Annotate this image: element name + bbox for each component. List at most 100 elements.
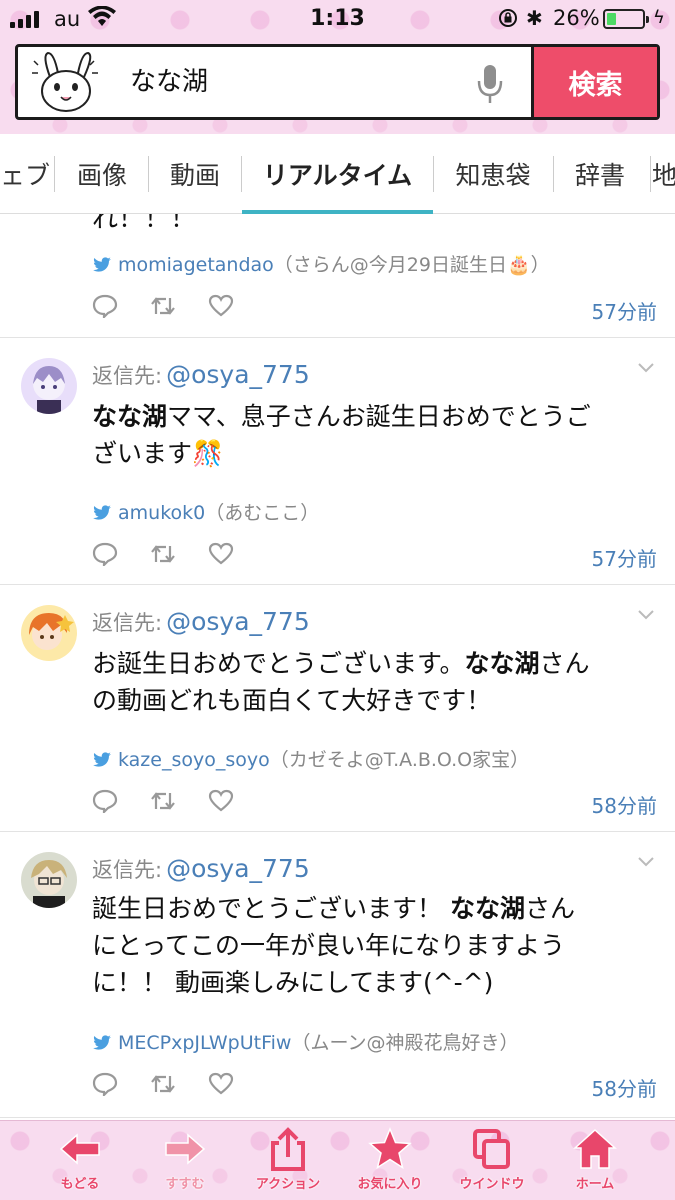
chevron-down-icon[interactable] bbox=[637, 856, 655, 868]
forward-button[interactable]: すすむ bbox=[135, 1127, 235, 1199]
chevron-down-icon[interactable] bbox=[637, 609, 655, 621]
like-heart-icon[interactable] bbox=[208, 294, 234, 318]
reply-icon[interactable] bbox=[92, 294, 118, 318]
tab-divider bbox=[650, 156, 651, 192]
tweet-user-line[interactable]: momiagetandao（さらん@今月29日誕生日🎂） bbox=[92, 250, 550, 277]
tab-videos[interactable]: 動画 bbox=[149, 134, 241, 214]
tweet-user-line[interactable]: amukok0（あむここ） bbox=[92, 498, 319, 525]
retweet-icon[interactable] bbox=[150, 1072, 176, 1096]
forward-arrow-icon bbox=[165, 1133, 206, 1165]
tab-realtime[interactable]: リアルタイム bbox=[242, 134, 433, 214]
back-button[interactable]: もどる bbox=[30, 1127, 130, 1199]
tweet-user-line[interactable]: MECPxpJLWpUtFiw（ムーン@神殿花鳥好き） bbox=[92, 1028, 519, 1055]
charging-icon: ϟ bbox=[653, 7, 665, 28]
tweet-display-name: （あむここ） bbox=[205, 502, 320, 524]
like-heart-icon[interactable] bbox=[208, 542, 234, 566]
battery-percentage: 26% bbox=[553, 6, 600, 30]
favorites-button[interactable]: お気に入り bbox=[340, 1127, 440, 1199]
star-icon bbox=[368, 1127, 412, 1170]
tweet-timestamp[interactable]: 57分前 bbox=[592, 296, 657, 325]
tweet-timestamp[interactable]: 58分前 bbox=[592, 1073, 657, 1102]
tweet-text-line: の動画どれも面白くて大好きです！ bbox=[92, 686, 492, 715]
windows-label: ウインドウ bbox=[459, 1177, 525, 1192]
avatar[interactable] bbox=[21, 358, 77, 414]
chevron-down-icon[interactable] bbox=[637, 362, 655, 374]
back-label: もどる bbox=[60, 1177, 100, 1192]
tweet-text-line: ママ、息子さんお誕生日おめでとうご bbox=[167, 402, 591, 431]
rabbit-mascot-icon bbox=[32, 51, 98, 112]
orientation-lock-icon bbox=[499, 9, 517, 27]
search-button[interactable]: 検索 bbox=[531, 47, 657, 117]
reply-to-label: 返信先: bbox=[92, 611, 163, 635]
tab-web[interactable]: ェブ bbox=[0, 134, 50, 214]
reply-icon[interactable] bbox=[92, 542, 118, 566]
windows-icon bbox=[473, 1129, 510, 1169]
reply-to-line: 返信先: @osya_775 bbox=[92, 607, 310, 637]
microphone-icon[interactable] bbox=[476, 63, 504, 105]
realtime-feed[interactable]: れ！！！ momiagetandao（さらん@今月29日誕生日🎂） 57分前 返… bbox=[0, 214, 675, 1120]
tweet-display-name: （さらん@今月29日誕生日🎂） bbox=[273, 254, 550, 276]
search-input[interactable] bbox=[130, 64, 460, 94]
forward-label: すすむ bbox=[165, 1177, 205, 1192]
tab-divider bbox=[54, 156, 55, 192]
bluetooth-icon: ✱ bbox=[526, 6, 543, 30]
action-button[interactable]: アクション bbox=[238, 1127, 338, 1199]
search-category-tabs: ェブ 画像 動画 リアルタイム 知恵袋 辞書 地 bbox=[0, 134, 675, 214]
action-label: アクション bbox=[255, 1177, 321, 1192]
tweet-actions bbox=[92, 542, 234, 566]
avatar[interactable] bbox=[21, 852, 77, 908]
tweet-actions bbox=[92, 1072, 234, 1096]
reply-to-line: 返信先: @osya_775 bbox=[92, 854, 310, 884]
tweet-item[interactable]: 返信先: @osya_775 お誕生日おめでとうございます。なな湖さん の動画どれ… bbox=[0, 585, 675, 832]
tab-map[interactable]: 地 bbox=[652, 134, 675, 214]
tweet-text-line: 誕生日おめでとうございます！ bbox=[92, 894, 450, 923]
back-arrow-icon bbox=[59, 1133, 100, 1165]
retweet-icon[interactable] bbox=[150, 789, 176, 813]
twitter-bird-icon bbox=[93, 257, 111, 272]
tweet-username: kaze_soyo_soyo bbox=[118, 749, 270, 771]
reply-to-label: 返信先: bbox=[92, 364, 163, 388]
reply-icon[interactable] bbox=[92, 789, 118, 813]
tweet-text: 誕生日おめでとうございます！ なな湖さん にとってこの一年が良い年になりますよう… bbox=[92, 890, 652, 1001]
tweet-username: MECPxpJLWpUtFiw bbox=[118, 1032, 292, 1054]
home-button[interactable]: ホーム bbox=[545, 1127, 645, 1199]
tweet-text-line: ざいます🎊 bbox=[92, 439, 224, 468]
search-highlight: なな湖 bbox=[449, 894, 525, 923]
tweet-timestamp[interactable]: 57分前 bbox=[592, 543, 657, 572]
search-highlight: なな湖 bbox=[92, 402, 168, 431]
battery-icon bbox=[603, 9, 649, 29]
tweet-item[interactable]: 返信先: @osya_775 誕生日おめでとうございます！ なな湖さん にとってこ… bbox=[0, 832, 675, 1118]
reply-to-line: 返信先: @osya_775 bbox=[92, 360, 310, 390]
tweet-item[interactable]: れ！！！ momiagetandao（さらん@今月29日誕生日🎂） 57分前 bbox=[0, 214, 675, 338]
reply-to-handle[interactable]: @osya_775 bbox=[166, 360, 310, 389]
tweet-text-partial: れ！！！ bbox=[92, 214, 197, 234]
tab-dictionary[interactable]: 辞書 bbox=[554, 134, 646, 214]
retweet-icon[interactable] bbox=[150, 294, 176, 318]
tweet-user-line[interactable]: kaze_soyo_soyo（カゼそよ@T.A.B.O.O家宝） bbox=[92, 745, 529, 772]
tweet-text: お誕生日おめでとうございます。なな湖さん の動画どれも面白くて大好きです！ bbox=[92, 645, 652, 719]
bottom-toolbar: もどる すすむ アクション お気に入り ウインドウ ホーム bbox=[0, 1120, 675, 1200]
search-box[interactable]: 検索 bbox=[15, 44, 660, 120]
share-icon bbox=[271, 1127, 305, 1171]
like-heart-icon[interactable] bbox=[208, 1072, 234, 1096]
twitter-bird-icon bbox=[93, 505, 111, 520]
reply-to-handle[interactable]: @osya_775 bbox=[166, 607, 310, 636]
reply-to-handle[interactable]: @osya_775 bbox=[166, 854, 310, 883]
tweet-timestamp[interactable]: 58分前 bbox=[592, 790, 657, 819]
home-label: ホーム bbox=[575, 1177, 615, 1192]
tweet-text: なな湖ママ、息子さんお誕生日おめでとうご ざいます🎊 bbox=[92, 398, 652, 472]
tweet-username: amukok0 bbox=[118, 502, 206, 524]
tweet-text-line: さん bbox=[524, 894, 575, 923]
retweet-icon[interactable] bbox=[150, 542, 176, 566]
tweet-text-line: さん bbox=[539, 649, 590, 678]
windows-button[interactable]: ウインドウ bbox=[442, 1127, 542, 1199]
tweet-item[interactable]: 返信先: @osya_775 なな湖ママ、息子さんお誕生日おめでとうご ざいます🎊… bbox=[0, 338, 675, 585]
tweet-text-line: に！！ 動画楽しみにしてます(^-^) bbox=[92, 968, 494, 997]
tab-images[interactable]: 画像 bbox=[56, 134, 148, 214]
tab-chiebukuro[interactable]: 知恵袋 bbox=[434, 134, 552, 214]
reply-icon[interactable] bbox=[92, 1072, 118, 1096]
home-icon bbox=[573, 1128, 617, 1169]
avatar[interactable] bbox=[21, 605, 77, 661]
like-heart-icon[interactable] bbox=[208, 789, 234, 813]
tweet-display-name: （ムーン@神殿花鳥好き） bbox=[291, 1032, 519, 1054]
